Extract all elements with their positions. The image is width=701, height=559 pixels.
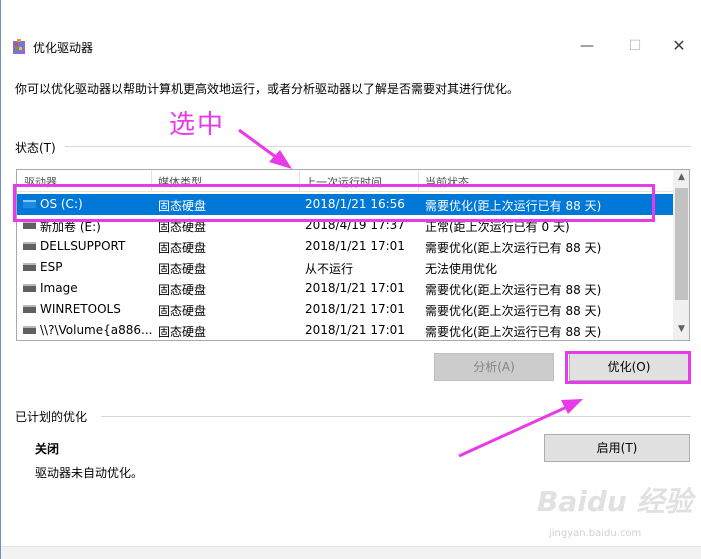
drive-icon xyxy=(23,284,36,292)
last-run-time: 2018/1/21 17:01 xyxy=(305,239,405,253)
drive-list-scrollbar[interactable]: ▲ ▼ xyxy=(673,170,689,340)
close-button[interactable]: ✕ xyxy=(665,35,693,57)
current-status: 需要优化(距上次运行已有 88 天) xyxy=(425,325,602,339)
analyze-button[interactable]: 分析(A) xyxy=(434,353,554,381)
drive-row[interactable]: ESP 固态硬盘 从不运行 无法使用优化 xyxy=(17,257,673,278)
media-type: 固态硬盘 xyxy=(158,241,207,255)
drive-name: \\?\Volume{a886... xyxy=(40,323,153,337)
media-type: 固态硬盘 xyxy=(158,283,207,297)
drive-icon xyxy=(23,221,36,229)
scheduled-section-label: 已计划的优化 xyxy=(15,410,88,424)
drive-name: Image xyxy=(40,281,78,295)
current-status: 需要优化(距上次运行已有 88 天) xyxy=(425,241,602,255)
last-run-time: 从不运行 xyxy=(305,262,354,276)
optimize-drives-window: 优化驱动器 — ☐ ✕ 你可以优化驱动器以帮助计算机更高效地运行，或者分析驱动器… xyxy=(0,0,701,559)
media-type: 固态硬盘 xyxy=(158,304,207,318)
drive-name: WINRETOOLS xyxy=(40,302,121,316)
scroll-up-arrow-icon[interactable]: ▲ xyxy=(673,172,689,186)
enable-button[interactable]: 启用(T) xyxy=(544,434,690,462)
current-status: 无法使用优化 xyxy=(425,262,498,276)
media-type: 固态硬盘 xyxy=(158,262,207,276)
scroll-thumb[interactable] xyxy=(675,188,688,300)
schedule-status-title: 关闭 xyxy=(35,442,60,456)
scheduled-divider xyxy=(101,416,691,417)
annotation-highlight-selected-row xyxy=(13,184,655,222)
drive-name: DELLSUPPORT xyxy=(40,239,126,253)
title-bar: 优化驱动器 — ☐ ✕ xyxy=(1,30,701,64)
watermark-logo: Baidu 经验 xyxy=(537,485,693,518)
status-divider xyxy=(65,146,691,147)
defrag-app-icon xyxy=(13,39,25,54)
drive-icon xyxy=(23,326,36,334)
annotation-highlight-optimize-button xyxy=(565,351,691,384)
last-run-time: 2018/1/21 17:01 xyxy=(305,302,405,316)
drive-row[interactable]: \\?\Volume{a886... 固态硬盘 2018/1/21 17:01 … xyxy=(17,320,673,340)
drive-row[interactable]: Image 固态硬盘 2018/1/21 17:01 需要优化(距上次运行已有 … xyxy=(17,278,673,299)
drive-icon xyxy=(23,305,36,313)
drive-icon xyxy=(23,242,36,250)
watermark-url: jingyan.baidu.com xyxy=(549,528,642,539)
bottom-strip xyxy=(1,546,701,559)
minimize-button[interactable]: — xyxy=(573,35,601,57)
annotation-label: 选中 xyxy=(169,110,226,140)
current-status: 需要优化(距上次运行已有 88 天) xyxy=(425,304,602,318)
maximize-button[interactable]: ☐ xyxy=(621,35,649,57)
media-type: 固态硬盘 xyxy=(158,325,207,339)
window-title: 优化驱动器 xyxy=(33,41,94,55)
drive-icon xyxy=(23,263,36,271)
current-status: 需要优化(距上次运行已有 88 天) xyxy=(425,283,602,297)
drive-row[interactable]: WINRETOOLS 固态硬盘 2018/1/21 17:01 需要优化(距上次… xyxy=(17,299,673,320)
intro-text: 你可以优化驱动器以帮助计算机更高效地运行，或者分析驱动器以了解是否需要对其进行优… xyxy=(15,82,520,96)
annotation-arrow-to-row xyxy=(238,128,292,169)
last-run-time: 2018/1/21 17:01 xyxy=(305,281,405,295)
scroll-down-arrow-icon[interactable]: ▼ xyxy=(673,324,689,338)
drive-row[interactable]: DELLSUPPORT 固态硬盘 2018/1/21 17:01 需要优化(距上… xyxy=(17,236,673,257)
schedule-status-description: 驱动器未自动优化。 xyxy=(35,466,144,480)
drive-name: ESP xyxy=(40,260,63,274)
last-run-time: 2018/1/21 17:01 xyxy=(305,323,405,337)
status-section-label: 状态(T) xyxy=(15,141,56,155)
